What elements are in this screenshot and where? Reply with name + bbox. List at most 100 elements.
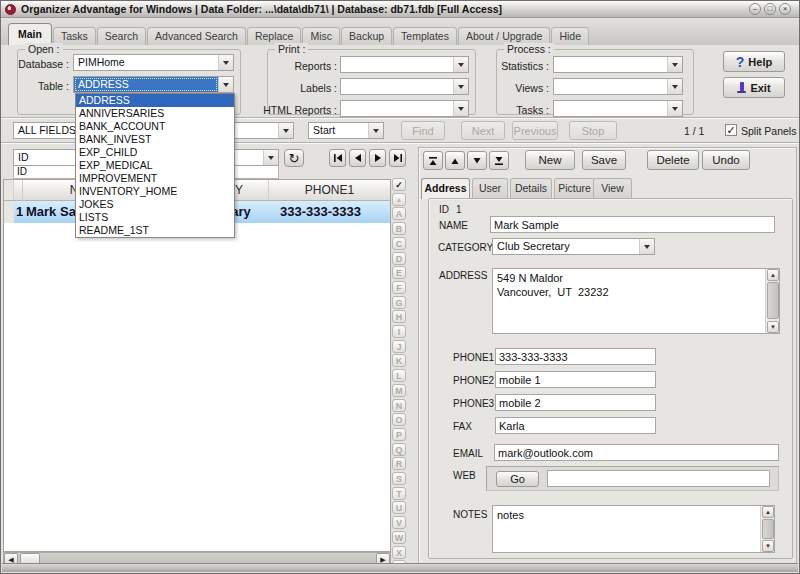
dropdown-item[interactable]: INVENTORY_HOME <box>76 185 234 198</box>
grid-cell-id[interactable]: 1 <box>14 201 23 223</box>
phone1-field[interactable] <box>495 348 656 365</box>
table-combo[interactable]: ADDRESS <box>73 76 234 93</box>
stop-button[interactable]: Stop <box>569 121 617 140</box>
views-combo[interactable] <box>553 78 683 95</box>
name-field[interactable] <box>490 216 775 233</box>
phone2-field[interactable] <box>495 371 656 388</box>
alpha-letter-q[interactable]: Q <box>392 443 406 456</box>
reports-combo[interactable] <box>340 56 469 73</box>
scroll-up-icon[interactable]: ▲ <box>767 269 779 281</box>
alpha-letter-n[interactable]: N <box>392 399 406 412</box>
tab-advanced-search[interactable]: Advanced Search <box>147 27 246 45</box>
tab-templates[interactable]: Templates <box>393 27 457 45</box>
address-field[interactable]: 549 N Maldor Vancouver, UT 23232 <box>492 268 780 334</box>
chevron-down-icon[interactable] <box>218 55 233 70</box>
save-button[interactable]: Save <box>582 150 626 170</box>
chevron-down-icon[interactable] <box>368 123 383 138</box>
alpha-letter-x[interactable]: X <box>392 546 406 559</box>
category-combo[interactable]: Club Secretary <box>492 238 655 255</box>
chevron-down-icon[interactable] <box>453 57 468 72</box>
chevron-down-icon[interactable] <box>667 101 682 116</box>
detail-tab-details[interactable]: Details <box>510 178 552 198</box>
labels-combo[interactable] <box>340 78 469 95</box>
goto-next-button[interactable] <box>467 151 487 170</box>
alpha-letter-h[interactable]: H <box>392 310 406 323</box>
alpha-check-button[interactable]: ✓ <box>392 178 406 191</box>
alpha-letter-i[interactable]: I <box>392 325 406 338</box>
alpha-letter-m[interactable]: M <box>392 384 406 397</box>
alpha-letter-l[interactable]: L <box>392 369 406 382</box>
split-panels-checkbox[interactable]: ✓ <box>725 124 737 136</box>
next-record-button[interactable] <box>369 149 386 167</box>
detail-tab-user[interactable]: User <box>472 178 508 198</box>
alpha-letter-r[interactable]: R <box>392 457 406 470</box>
alpha-letter-w[interactable]: W <box>392 531 406 544</box>
scroll-thumb[interactable] <box>767 282 779 319</box>
web-field[interactable] <box>547 470 770 487</box>
find-button[interactable]: Find <box>401 121 445 140</box>
scroll-thumb[interactable] <box>762 519 774 539</box>
dropdown-item[interactable]: EXP_MEDICAL <box>76 159 234 172</box>
notes-field[interactable]: notes <box>492 505 775 553</box>
chevron-down-icon[interactable] <box>639 239 654 254</box>
address-scrollbar[interactable]: ▲ ▼ <box>765 269 779 333</box>
refresh-button[interactable]: ↻ <box>284 149 304 167</box>
previous-button[interactable]: Previous <box>512 121 558 140</box>
dropdown-item[interactable]: IMPROVEMENT <box>76 172 234 185</box>
chevron-down-icon[interactable] <box>667 57 682 72</box>
chevron-down-icon[interactable] <box>278 123 293 138</box>
chevron-down-icon[interactable] <box>453 79 468 94</box>
dropdown-item[interactable]: LISTS <box>76 211 234 224</box>
alpha-letter-b[interactable]: B <box>392 222 406 235</box>
alpha-letter-c[interactable]: C <box>392 237 406 250</box>
alpha-letter-e[interactable]: E <box>392 266 406 279</box>
scroll-down-icon[interactable]: ▼ <box>767 321 779 333</box>
html-reports-combo[interactable] <box>340 100 469 117</box>
undo-button[interactable]: Undo <box>702 150 750 170</box>
alpha-letter-f[interactable]: F <box>392 281 406 294</box>
detail-tab-picture[interactable]: Picture <box>554 178 595 198</box>
alpha-letter-v[interactable]: V <box>392 516 406 529</box>
tasks-combo[interactable] <box>553 100 683 117</box>
alpha-letter-g[interactable]: G <box>392 296 406 309</box>
alpha-letter-d[interactable]: D <box>392 252 406 265</box>
tab-search[interactable]: Search <box>97 27 146 45</box>
dropdown-item[interactable]: EXP_CHILD <box>76 146 234 159</box>
close-button[interactable]: × <box>779 3 791 15</box>
detail-tab-view[interactable]: View <box>593 178 632 198</box>
alpha-letter-p[interactable]: P <box>392 428 406 441</box>
minimize-button[interactable]: – <box>749 3 761 15</box>
dropdown-item[interactable]: README_1ST <box>76 224 234 237</box>
alpha-letter-a[interactable]: A <box>392 207 406 220</box>
chevron-down-icon[interactable] <box>453 101 468 116</box>
goto-last-button[interactable] <box>489 151 509 170</box>
dropdown-item[interactable]: BANK_ACCOUNT <box>76 120 234 133</box>
alpha-letter-k[interactable]: K <box>392 354 406 367</box>
match-mode-combo[interactable]: Start <box>308 122 384 139</box>
maximize-button[interactable]: □ <box>764 3 776 15</box>
help-button[interactable]: ? Help <box>723 51 785 72</box>
detail-tab-address[interactable]: Address <box>421 178 470 199</box>
alpha-letter-u[interactable]: U <box>392 501 406 514</box>
alpha-letter-t[interactable]: T <box>392 487 406 500</box>
tab-backup[interactable]: Backup <box>341 27 392 45</box>
previous-record-button[interactable] <box>349 149 366 167</box>
scroll-down-icon[interactable]: ▼ <box>762 540 774 552</box>
goto-previous-button[interactable] <box>445 151 465 170</box>
tab-main[interactable]: Main <box>8 23 52 45</box>
statistics-combo[interactable] <box>553 56 683 73</box>
go-button[interactable]: Go <box>496 471 539 487</box>
alpha-letter-j[interactable]: J <box>392 340 406 353</box>
delete-button[interactable]: Delete <box>647 150 699 170</box>
tab-hide[interactable]: Hide <box>551 27 589 45</box>
next-button[interactable]: Next <box>461 121 505 140</box>
chevron-down-icon[interactable] <box>263 150 278 165</box>
notes-scrollbar[interactable]: ▲ ▼ <box>760 506 774 552</box>
alpha-letter-s[interactable]: S <box>392 472 406 485</box>
dropdown-item[interactable]: BANK_INVEST <box>76 133 234 146</box>
database-combo[interactable]: PIMHome <box>73 54 234 71</box>
dropdown-item[interactable]: JOKES <box>76 198 234 211</box>
alpha-letter-o[interactable]: O <box>392 413 406 426</box>
chevron-down-icon[interactable] <box>667 79 682 94</box>
email-field[interactable] <box>494 444 779 461</box>
